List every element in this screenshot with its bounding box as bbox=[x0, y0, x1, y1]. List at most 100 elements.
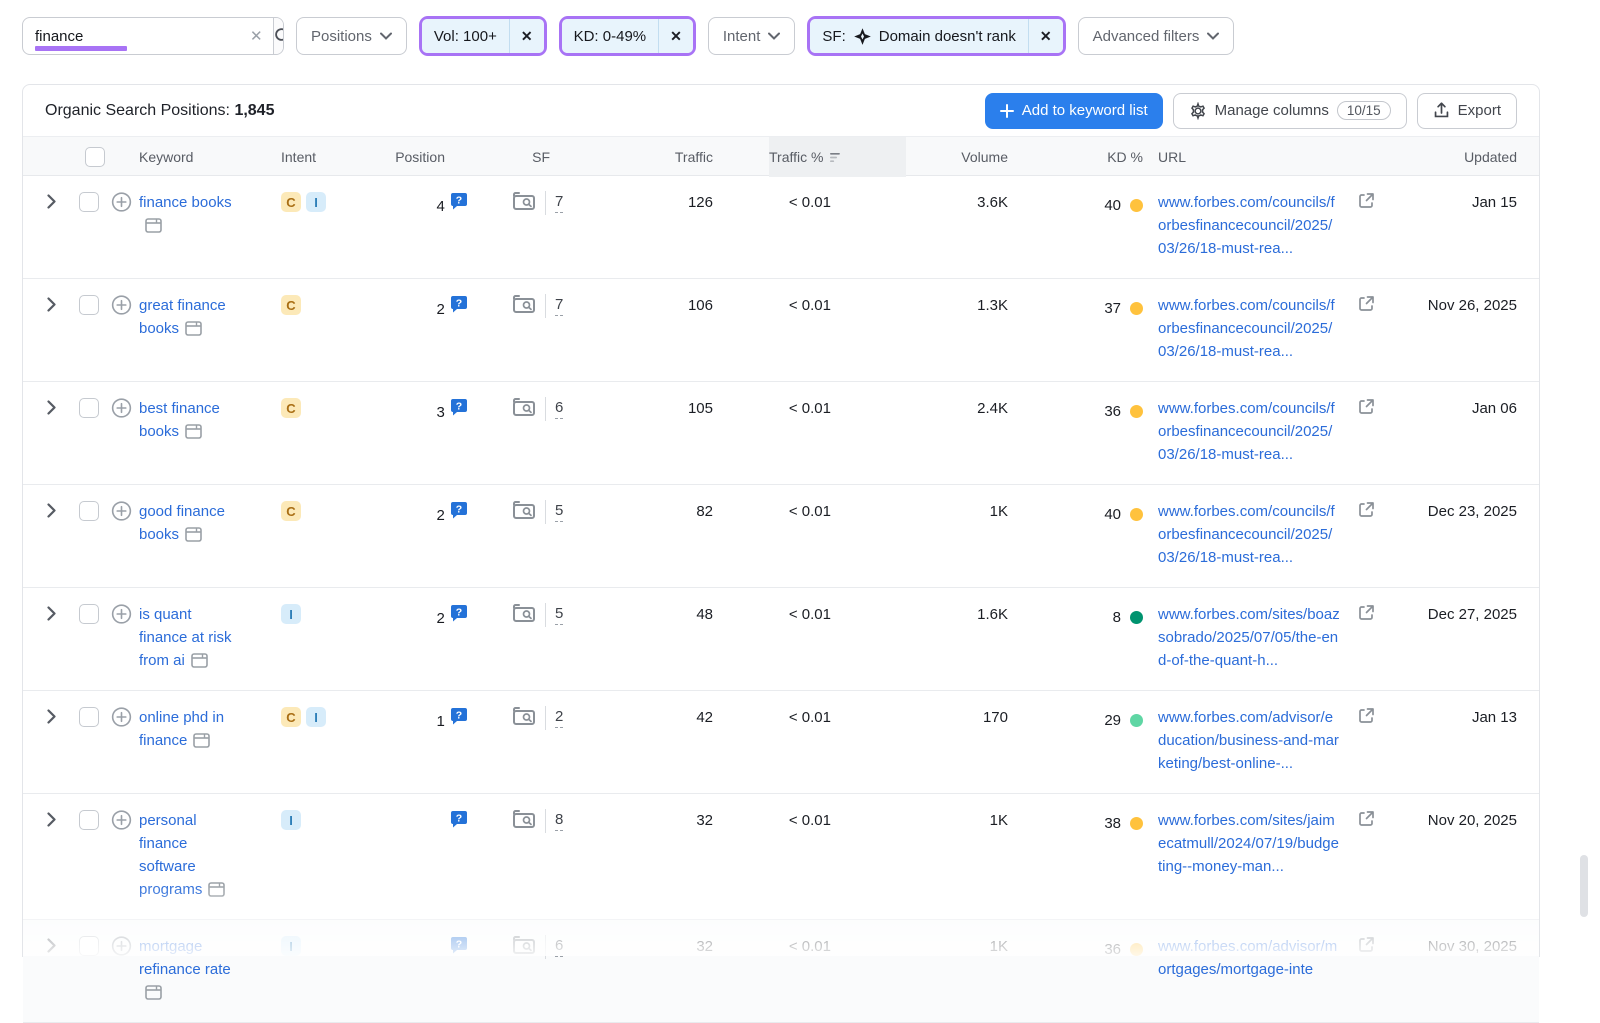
row-checkbox[interactable] bbox=[79, 707, 99, 727]
advanced-filters-dropdown[interactable]: Advanced filters bbox=[1078, 17, 1235, 55]
add-keyword-icon[interactable] bbox=[111, 397, 132, 418]
serp-preview-icon[interactable] bbox=[512, 500, 536, 520]
sf-filter-chip[interactable]: SF: Domain doesn't rank ✕ bbox=[810, 19, 1062, 53]
people-also-ask-icon[interactable]: ? bbox=[449, 191, 469, 211]
expand-chevron-icon[interactable] bbox=[47, 194, 56, 209]
serp-preview-icon[interactable] bbox=[512, 603, 536, 623]
col-volume[interactable]: Volume bbox=[906, 149, 1033, 165]
url-link[interactable]: www.forbes.com/advisor/mortgages/mortgag… bbox=[1158, 935, 1340, 981]
expand-chevron-icon[interactable] bbox=[47, 503, 56, 518]
keyword-link[interactable]: great finance books bbox=[139, 294, 235, 340]
select-all-checkbox[interactable] bbox=[85, 147, 105, 167]
people-also-ask-icon[interactable]: ? bbox=[449, 294, 469, 314]
expand-chevron-icon[interactable] bbox=[47, 297, 56, 312]
external-link-icon[interactable] bbox=[1358, 604, 1375, 628]
remove-sf-filter-icon[interactable]: ✕ bbox=[1029, 19, 1063, 53]
external-link-icon[interactable] bbox=[1358, 192, 1375, 216]
serp-snapshot-icon[interactable] bbox=[191, 653, 208, 668]
sf-count[interactable]: 7 bbox=[555, 191, 563, 213]
row-checkbox[interactable] bbox=[79, 604, 99, 624]
url-link[interactable]: www.forbes.com/sites/boazsobrado/2025/07… bbox=[1158, 603, 1340, 672]
serp-snapshot-icon[interactable] bbox=[193, 733, 210, 748]
add-keyword-icon[interactable] bbox=[111, 603, 132, 624]
add-keyword-icon[interactable] bbox=[111, 294, 132, 315]
sf-count[interactable]: 8 bbox=[555, 809, 563, 831]
search-button[interactable] bbox=[273, 18, 284, 54]
keyword-link[interactable]: mortgage refinance rate bbox=[139, 935, 235, 1004]
clear-search-icon[interactable]: ✕ bbox=[240, 18, 273, 54]
sf-count[interactable]: 6 bbox=[555, 935, 563, 957]
people-also-ask-icon[interactable]: ? bbox=[449, 500, 469, 520]
people-also-ask-icon[interactable]: ? bbox=[449, 706, 469, 726]
col-url[interactable]: URL bbox=[1143, 149, 1413, 165]
col-keyword[interactable]: Keyword bbox=[111, 149, 273, 165]
add-keyword-icon[interactable] bbox=[111, 706, 132, 727]
expand-chevron-icon[interactable] bbox=[47, 938, 56, 953]
url-link[interactable]: www.forbes.com/councils/forbesfinancecou… bbox=[1158, 191, 1340, 260]
scrollbar-thumb[interactable] bbox=[1580, 855, 1588, 917]
expand-chevron-icon[interactable] bbox=[47, 812, 56, 827]
external-link-icon[interactable] bbox=[1358, 707, 1375, 731]
keyword-link[interactable]: best finance books bbox=[139, 397, 235, 443]
people-also-ask-icon[interactable]: ? bbox=[449, 603, 469, 623]
remove-kd-filter-icon[interactable]: ✕ bbox=[659, 19, 693, 53]
keyword-link[interactable]: is quant finance at risk from ai bbox=[139, 603, 235, 672]
external-link-icon[interactable] bbox=[1358, 501, 1375, 525]
row-checkbox[interactable] bbox=[79, 501, 99, 521]
serp-preview-icon[interactable] bbox=[512, 706, 536, 726]
col-updated[interactable]: Updated bbox=[1413, 149, 1539, 165]
col-intent[interactable]: Intent bbox=[273, 149, 368, 165]
positions-dropdown[interactable]: Positions bbox=[296, 17, 407, 55]
serp-preview-icon[interactable] bbox=[512, 294, 536, 314]
add-to-keyword-list-button[interactable]: Add to keyword list bbox=[985, 93, 1163, 129]
remove-vol-filter-icon[interactable]: ✕ bbox=[510, 19, 544, 53]
add-keyword-icon[interactable] bbox=[111, 809, 132, 830]
people-also-ask-icon[interactable]: ? bbox=[449, 809, 469, 829]
sf-count[interactable]: 5 bbox=[555, 603, 563, 625]
keyword-link[interactable]: good finance books bbox=[139, 500, 235, 546]
export-button[interactable]: Export bbox=[1417, 93, 1517, 129]
external-link-icon[interactable] bbox=[1358, 398, 1375, 422]
sf-count[interactable]: 5 bbox=[555, 500, 563, 522]
sf-count[interactable]: 6 bbox=[555, 397, 563, 419]
expand-chevron-icon[interactable] bbox=[47, 709, 56, 724]
serp-snapshot-icon[interactable] bbox=[185, 321, 202, 336]
row-checkbox[interactable] bbox=[79, 936, 99, 956]
col-traffic-pct[interactable]: Traffic % bbox=[769, 137, 906, 177]
sf-count[interactable]: 7 bbox=[555, 294, 563, 316]
search-box[interactable]: ✕ bbox=[22, 17, 284, 55]
people-also-ask-icon[interactable]: ? bbox=[449, 397, 469, 417]
row-checkbox[interactable] bbox=[79, 810, 99, 830]
add-keyword-icon[interactable] bbox=[111, 191, 132, 212]
url-link[interactable]: www.forbes.com/sites/jaimecatmull/2024/0… bbox=[1158, 809, 1340, 878]
col-traffic[interactable]: Traffic bbox=[568, 149, 769, 165]
row-checkbox[interactable] bbox=[79, 192, 99, 212]
keyword-link[interactable]: online phd in finance bbox=[139, 706, 235, 752]
col-position[interactable]: Position bbox=[368, 149, 471, 165]
keyword-link[interactable]: personal finance software programs bbox=[139, 809, 235, 901]
serp-preview-icon[interactable] bbox=[512, 191, 536, 211]
add-keyword-icon[interactable] bbox=[111, 935, 132, 956]
serp-snapshot-icon[interactable] bbox=[185, 424, 202, 439]
serp-snapshot-icon[interactable] bbox=[145, 218, 162, 233]
people-also-ask-icon[interactable]: ? bbox=[449, 935, 469, 955]
keyword-link[interactable]: finance books bbox=[139, 191, 235, 237]
serp-snapshot-icon[interactable] bbox=[185, 527, 202, 542]
url-link[interactable]: www.forbes.com/councils/forbesfinancecou… bbox=[1158, 397, 1340, 466]
url-link[interactable]: www.forbes.com/advisor/education/busines… bbox=[1158, 706, 1340, 775]
serp-snapshot-icon[interactable] bbox=[145, 985, 162, 1000]
vol-filter-chip[interactable]: Vol: 100+ ✕ bbox=[422, 19, 544, 53]
serp-preview-icon[interactable] bbox=[512, 935, 536, 955]
row-checkbox[interactable] bbox=[79, 295, 99, 315]
manage-columns-button[interactable]: Manage columns 10/15 bbox=[1173, 93, 1407, 129]
intent-dropdown[interactable]: Intent bbox=[708, 17, 796, 55]
sf-count[interactable]: 2 bbox=[555, 706, 563, 728]
serp-preview-icon[interactable] bbox=[512, 809, 536, 829]
serp-snapshot-icon[interactable] bbox=[208, 882, 225, 897]
external-link-icon[interactable] bbox=[1358, 936, 1375, 960]
col-sf[interactable]: SF bbox=[471, 149, 568, 165]
url-link[interactable]: www.forbes.com/councils/forbesfinancecou… bbox=[1158, 294, 1340, 363]
kd-filter-chip[interactable]: KD: 0-49% ✕ bbox=[562, 19, 693, 53]
row-checkbox[interactable] bbox=[79, 398, 99, 418]
expand-chevron-icon[interactable] bbox=[47, 400, 56, 415]
